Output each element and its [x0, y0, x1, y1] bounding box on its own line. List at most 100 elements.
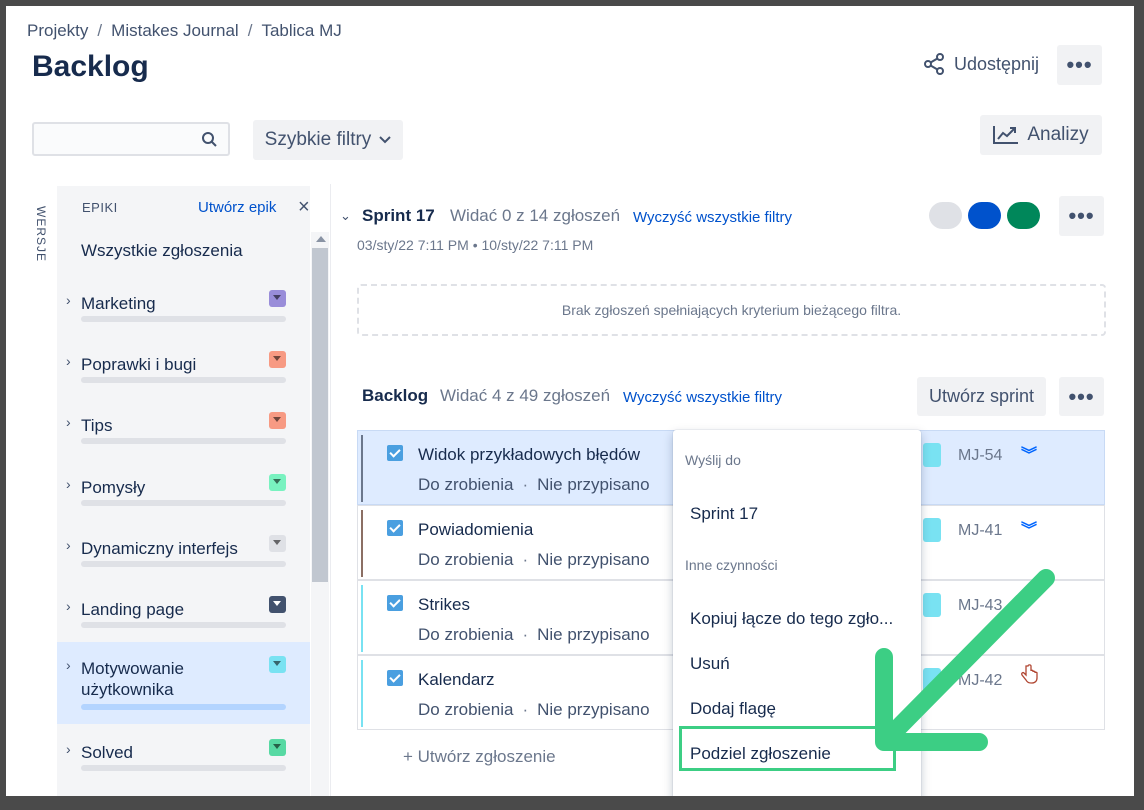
issue-status-bar	[361, 435, 363, 502]
epic-progress-bar	[81, 438, 286, 444]
epic-name: Marketing	[81, 294, 156, 313]
epic-item[interactable]: › Tips	[57, 412, 310, 470]
issue-epic-label[interactable]	[923, 668, 941, 692]
issue-epic-label[interactable]	[923, 443, 941, 467]
issue-epic-label[interactable]	[923, 593, 941, 617]
epic-color-swatch[interactable]	[269, 535, 286, 552]
epic-color-swatch[interactable]	[269, 474, 286, 491]
status-todo-count	[929, 202, 962, 229]
epic-item[interactable]: › Poprawki i bugi	[57, 351, 310, 409]
chevron-right-icon[interactable]: ›	[66, 292, 71, 308]
epic-name: Pomysły	[81, 478, 146, 497]
issue-key[interactable]: MJ-41	[958, 522, 1002, 540]
issue-epic-label[interactable]	[923, 518, 941, 542]
issue-key[interactable]: MJ-43	[958, 597, 1002, 615]
chevron-right-icon[interactable]: ›	[66, 657, 71, 673]
annotation-highlight-box	[679, 726, 896, 771]
chevron-right-icon[interactable]: ›	[66, 598, 71, 614]
insights-button[interactable]: Analizy	[980, 115, 1102, 155]
chevron-down-icon[interactable]: ⌄	[340, 208, 351, 224]
header-more-button[interactable]: •••	[1057, 45, 1102, 85]
epic-item[interactable]: › Solved	[57, 739, 310, 796]
issue-type-icon	[387, 670, 403, 686]
backlog-clear-filters-link[interactable]: Wyczyść wszystkie filtry	[623, 389, 782, 406]
search-field[interactable]	[32, 122, 230, 156]
epic-progress-bar	[81, 765, 286, 771]
epic-name: Landing page	[81, 600, 185, 619]
epic-color-swatch[interactable]	[269, 656, 286, 673]
chevron-right-icon[interactable]: ›	[66, 414, 71, 430]
epics-scrollbar-thumb[interactable]	[312, 248, 328, 582]
sprint-more-button[interactable]: •••	[1059, 196, 1104, 236]
epic-name: Dynamiczny interfejs	[81, 539, 238, 558]
chevron-right-icon[interactable]: ›	[66, 476, 71, 492]
menu-item-add-flag[interactable]: Dodaj flagę	[690, 699, 776, 719]
epic-color-swatch[interactable]	[269, 290, 286, 307]
empty-state-text: Brak zgłoszeń spełniających kryterium bi…	[561, 302, 902, 318]
epic-item[interactable]: › Dynamiczny interfejs	[57, 535, 310, 593]
epic-color-swatch[interactable]	[269, 739, 286, 756]
search-icon	[202, 132, 217, 147]
create-sprint-button[interactable]: Utwórz sprint	[917, 377, 1046, 416]
chevron-right-icon[interactable]: ›	[66, 741, 71, 757]
issue-status-bar	[361, 585, 363, 652]
sprint-dates: 03/sty/22 7:11 PM • 10/sty/22 7:11 PM	[357, 237, 594, 253]
sprint-issue-count: Widać 0 z 14 zgłoszeń	[450, 206, 621, 225]
epic-name: Motywowanie użytkownika	[81, 659, 184, 699]
menu-item-delete[interactable]: Usuń	[690, 654, 730, 674]
create-issue-button[interactable]: + Utwórz zgłoszenie	[403, 747, 556, 767]
menu-item-send-to-sprint[interactable]: Sprint 17	[690, 504, 758, 524]
epic-progress-bar	[81, 316, 286, 322]
issue-status: Do zrobienia	[418, 625, 514, 644]
issue-status-bar	[361, 510, 363, 577]
scroll-up-icon[interactable]	[316, 236, 326, 242]
epic-item[interactable]: › Pomysły	[57, 474, 310, 532]
epic-progress-bar	[81, 704, 286, 710]
search-input[interactable]	[34, 124, 210, 154]
chevron-right-icon[interactable]: ›	[66, 353, 71, 369]
menu-group-send-to: Wyślij do	[685, 452, 741, 468]
chevron-right-icon[interactable]: ›	[66, 537, 71, 553]
issue-status-bar	[361, 660, 363, 727]
all-issues-filter[interactable]: Wszystkie zgłoszenia	[81, 241, 243, 261]
sprint-clear-filters-link[interactable]: Wyczyść wszystkie filtry	[633, 209, 792, 226]
issue-summary: Kalendarz	[418, 670, 495, 689]
breadcrumb-separator: /	[247, 21, 253, 40]
epic-color-swatch[interactable]	[269, 412, 286, 429]
insights-label: Analizy	[1027, 124, 1089, 145]
breadcrumb-board[interactable]: Tablica MJ	[261, 21, 341, 40]
breadcrumb-projects[interactable]: Projekty	[27, 21, 88, 40]
breadcrumb-project[interactable]: Mistakes Journal	[111, 21, 239, 40]
issue-assignee: Nie przypisano	[537, 625, 650, 644]
quick-filters-label: Szybkie filtry	[264, 129, 372, 150]
epic-color-swatch[interactable]	[269, 351, 286, 368]
create-epic-link[interactable]: Utwórz epik	[198, 199, 276, 216]
issue-assignee: Nie przypisano	[537, 700, 650, 719]
issue-key[interactable]: MJ-42	[958, 672, 1002, 690]
backlog-page: Projekty / Mistakes Journal / Tablica MJ Bac…	[6, 6, 1134, 796]
breadcrumb-separator: /	[97, 21, 103, 40]
quick-filters-dropdown[interactable]: Szybkie filtry	[253, 120, 403, 160]
versions-tab[interactable]: WERSJE	[34, 206, 48, 262]
menu-group-other-actions: Inne czynności	[685, 557, 778, 573]
close-icon[interactable]: ×	[298, 196, 310, 219]
issue-type-icon	[387, 445, 403, 461]
priority-low-icon: ︾	[1021, 522, 1038, 539]
issue-meta: Do zrobienia · Nie przypisano	[418, 475, 650, 494]
sprint-name: Sprint 17	[362, 206, 435, 225]
share-button[interactable]: Udostępnij	[922, 52, 1039, 76]
issue-key[interactable]: MJ-54	[958, 447, 1002, 465]
issue-type-icon	[387, 520, 403, 536]
issue-meta: Do zrobienia · Nie przypisano	[418, 550, 650, 569]
epics-heading: EPIKI	[82, 200, 118, 215]
epic-progress-bar	[81, 622, 286, 628]
issue-summary: Widok przykładowych błędów	[418, 445, 641, 464]
backlog-issue-count: Widać 4 z 49 zgłoszeń	[440, 386, 611, 405]
issue-type-icon	[387, 595, 403, 611]
issue-assignee: Nie przypisano	[537, 550, 650, 569]
backlog-more-button[interactable]: •••	[1059, 377, 1104, 416]
menu-item-copy-link[interactable]: Kopiuj łącze do tego zgło...	[690, 609, 893, 629]
epic-color-swatch[interactable]	[269, 596, 286, 613]
epic-item[interactable]: › Marketing	[57, 290, 310, 348]
epic-item[interactable]: › Motywowanie użytkownika	[57, 642, 310, 724]
